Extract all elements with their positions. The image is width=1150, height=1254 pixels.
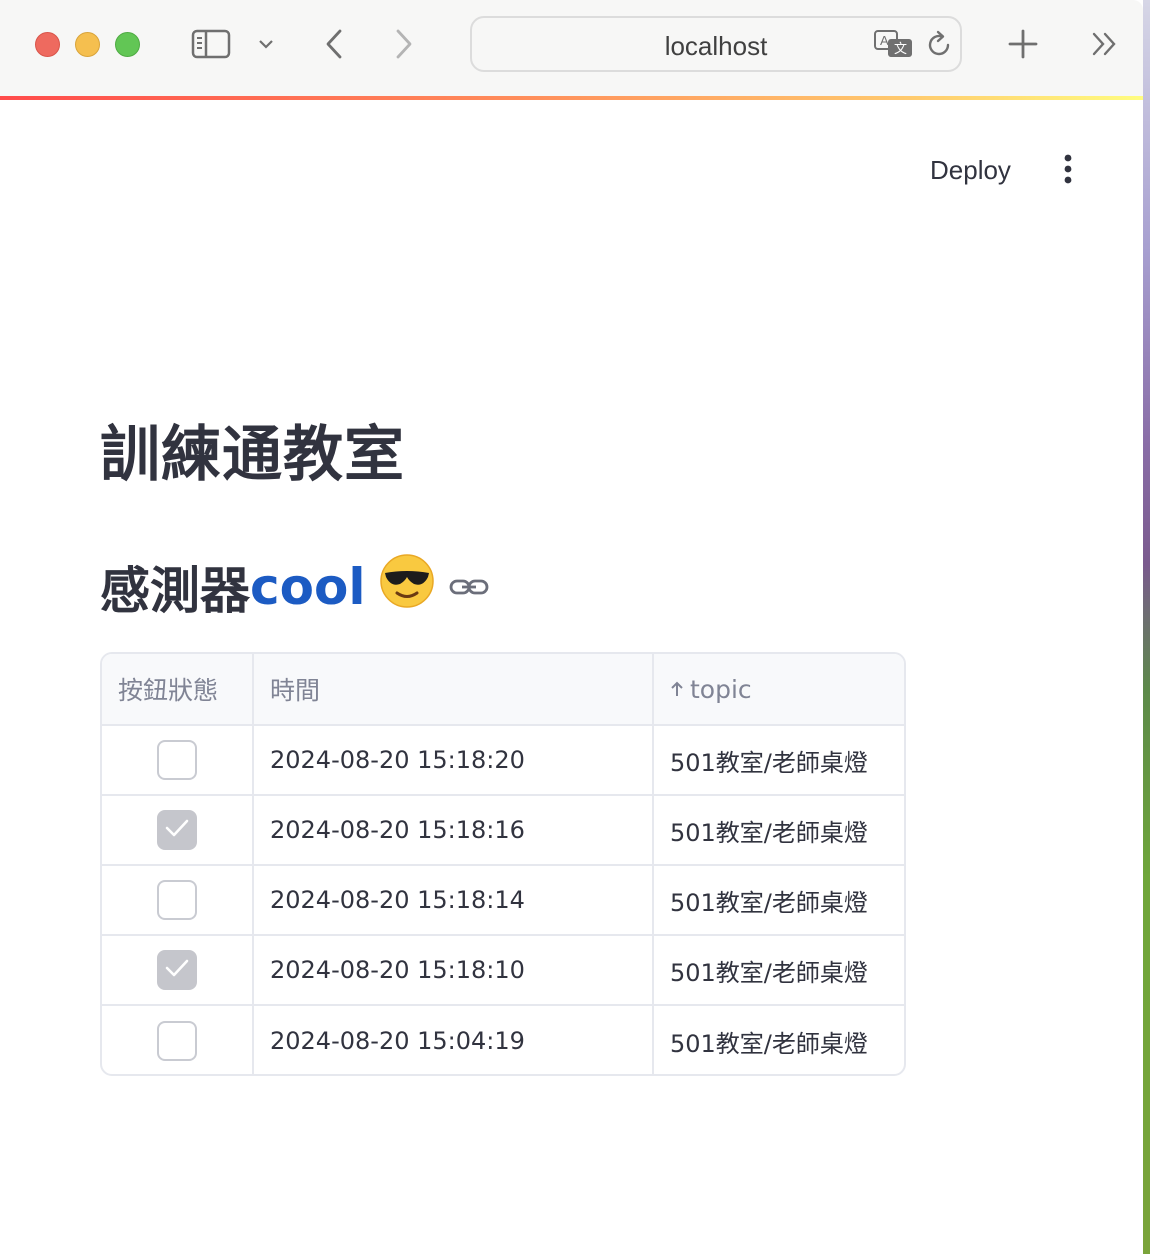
sunglasses-emoji-icon bbox=[379, 553, 435, 621]
checkbox-unchecked[interactable] bbox=[157, 740, 197, 780]
app-header-decoration bbox=[0, 96, 1143, 100]
table-row[interactable]: 2024-08-20 15:18:14 501教室/老師桌燈 bbox=[102, 866, 904, 936]
forward-arrow-icon[interactable] bbox=[386, 22, 422, 66]
column-header-label: 時間 bbox=[270, 676, 321, 705]
column-header-button-state[interactable]: 按鈕狀態 bbox=[102, 654, 254, 724]
svg-text:A: A bbox=[880, 33, 889, 48]
translate-icon[interactable]: A文 bbox=[874, 29, 914, 65]
link-anchor-icon[interactable] bbox=[449, 575, 489, 599]
time-cell[interactable]: 2024-08-20 15:04:19 bbox=[254, 1006, 654, 1074]
zoom-window-button[interactable] bbox=[115, 32, 140, 57]
deploy-button[interactable]: Deploy bbox=[918, 148, 1023, 192]
time-cell[interactable]: 2024-08-20 15:18:14 bbox=[254, 866, 654, 934]
svg-text:文: 文 bbox=[894, 41, 907, 56]
table-header-row: 按鈕狀態 時間 topic bbox=[102, 654, 904, 726]
checkmark-icon bbox=[164, 816, 190, 844]
sidebar-toggle-icon[interactable] bbox=[188, 22, 234, 66]
topic-cell[interactable]: 501教室/老師桌燈 bbox=[654, 726, 904, 794]
checkbox-unchecked[interactable] bbox=[157, 1021, 197, 1061]
checkbox-unchecked[interactable] bbox=[157, 880, 197, 920]
column-header-time[interactable]: 時間 bbox=[254, 654, 654, 724]
browser-toolbar: localhost A文 bbox=[0, 0, 1143, 96]
subheader: 感測器 cool bbox=[100, 552, 489, 622]
sort-ascending-arrow-icon bbox=[670, 680, 684, 698]
subheader-prefix: 感測器 bbox=[100, 562, 250, 620]
main-menu-kebab-icon[interactable] bbox=[1052, 148, 1084, 190]
checkbox-checked[interactable] bbox=[157, 950, 197, 990]
page-title: 訓練通教室 bbox=[100, 420, 405, 490]
button-state-cell bbox=[102, 796, 254, 864]
double-chevron-right-icon[interactable] bbox=[1082, 22, 1128, 66]
table-body: 2024-08-20 15:18:20 501教室/老師桌燈 2024-08-20 … bbox=[102, 726, 904, 1074]
column-header-label: topic bbox=[690, 674, 752, 704]
table-row[interactable]: 2024-08-20 15:18:20 501教室/老師桌燈 bbox=[102, 726, 904, 796]
button-state-cell bbox=[102, 866, 254, 934]
address-bar[interactable]: localhost A文 bbox=[470, 16, 962, 72]
column-header-topic[interactable]: topic bbox=[654, 654, 904, 724]
button-state-cell bbox=[102, 1006, 254, 1074]
column-header-label: 按鈕狀態 bbox=[118, 676, 219, 705]
desktop-background-strip bbox=[1143, 0, 1150, 1254]
reload-icon[interactable] bbox=[924, 30, 954, 64]
table-row[interactable]: 2024-08-20 15:18:16 501教室/老師桌燈 bbox=[102, 796, 904, 866]
checkbox-checked[interactable] bbox=[157, 810, 197, 850]
close-window-button[interactable] bbox=[35, 32, 60, 57]
time-cell[interactable]: 2024-08-20 15:18:16 bbox=[254, 796, 654, 864]
topic-cell[interactable]: 501教室/老師桌燈 bbox=[654, 866, 904, 934]
chevron-down-icon[interactable] bbox=[252, 22, 280, 66]
time-cell[interactable]: 2024-08-20 15:18:10 bbox=[254, 936, 654, 1004]
topic-cell[interactable]: 501教室/老師桌燈 bbox=[654, 796, 904, 864]
new-tab-plus-icon[interactable] bbox=[1000, 22, 1046, 66]
checkmark-icon bbox=[164, 956, 190, 984]
table-row[interactable]: 2024-08-20 15:18:10 501教室/老師桌燈 bbox=[102, 936, 904, 1006]
button-state-cell bbox=[102, 936, 254, 1004]
time-cell[interactable]: 2024-08-20 15:18:20 bbox=[254, 726, 654, 794]
table-row[interactable]: 2024-08-20 15:04:19 501教室/老師桌燈 bbox=[102, 1006, 904, 1074]
topic-cell[interactable]: 501教室/老師桌燈 bbox=[654, 1006, 904, 1074]
data-table[interactable]: 按鈕狀態 時間 topic 2024-08-20 15:18:20 501教室/老… bbox=[100, 652, 906, 1076]
back-arrow-icon[interactable] bbox=[316, 22, 352, 66]
subheader-colored-text: cool bbox=[250, 558, 366, 616]
button-state-cell bbox=[102, 726, 254, 794]
topic-cell[interactable]: 501教室/老師桌燈 bbox=[654, 936, 904, 1004]
minimize-window-button[interactable] bbox=[75, 32, 100, 57]
